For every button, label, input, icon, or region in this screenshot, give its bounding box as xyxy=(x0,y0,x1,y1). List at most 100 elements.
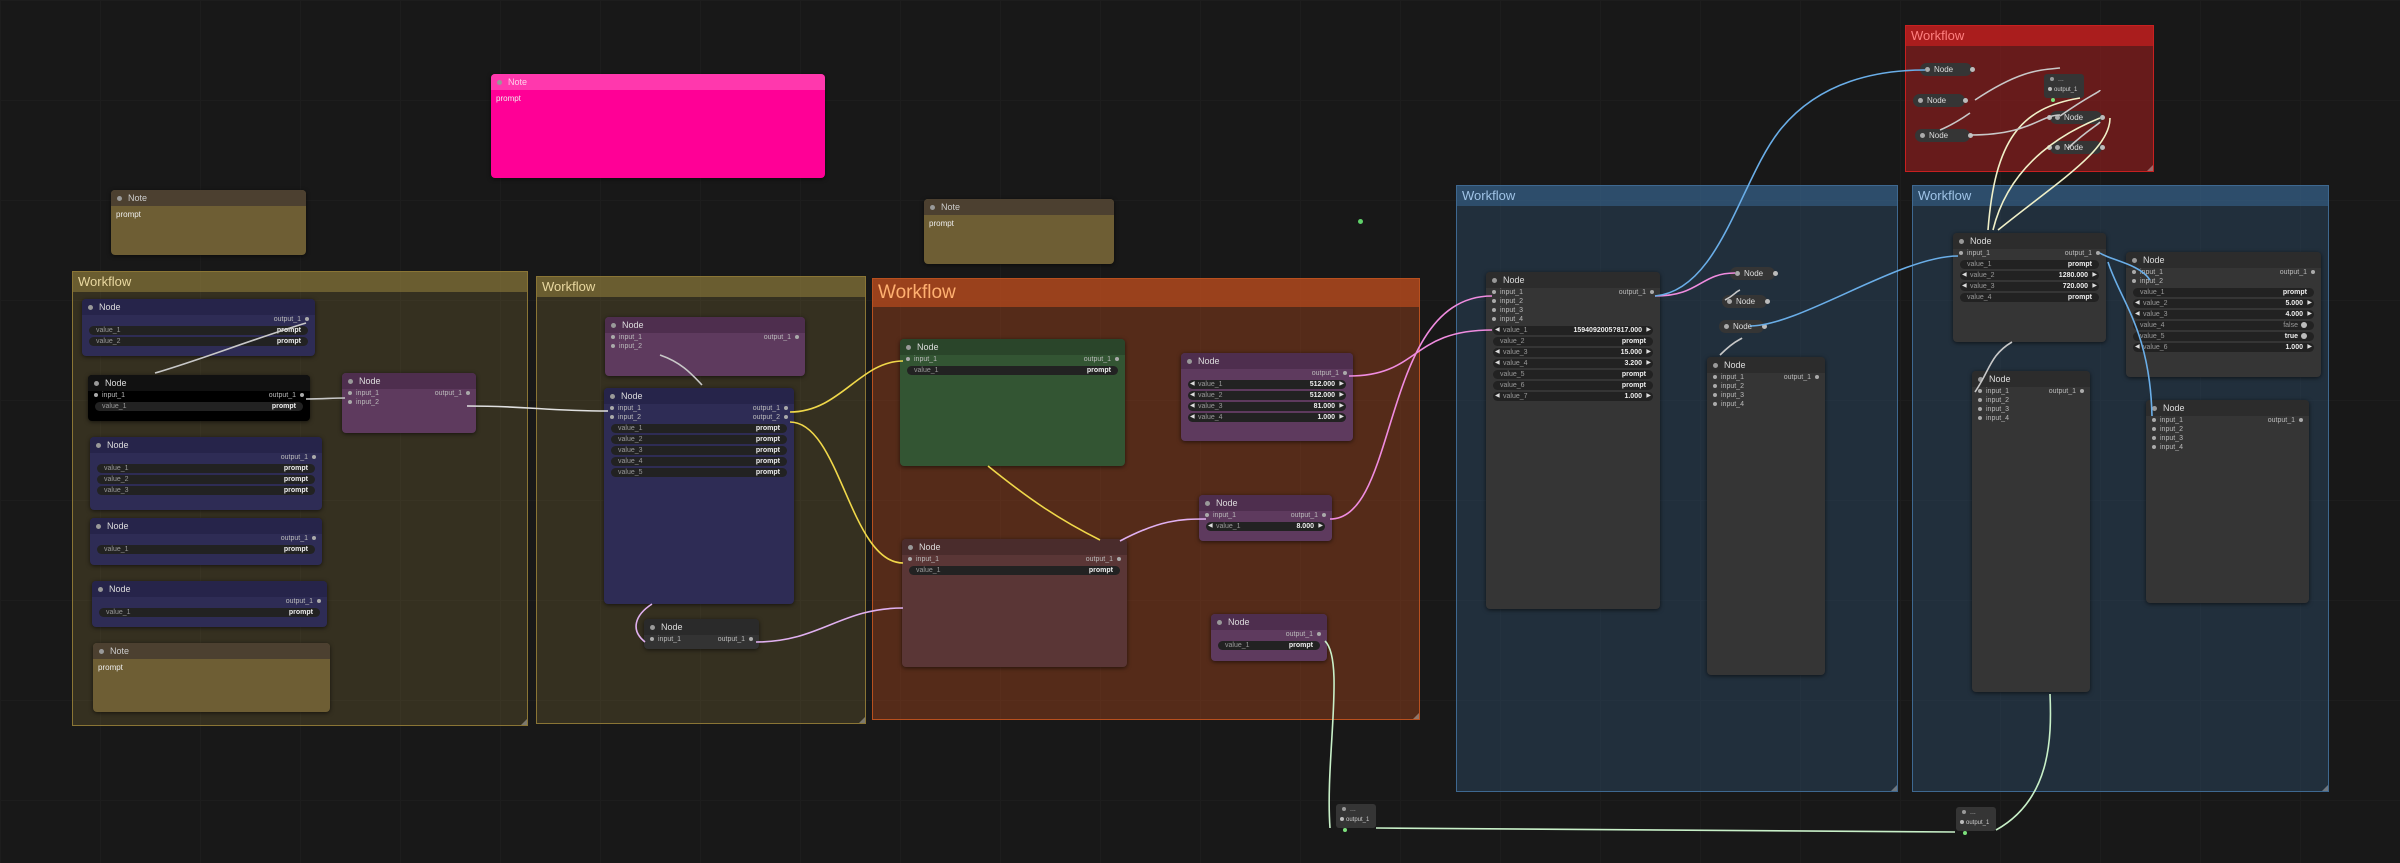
collapse-icon[interactable] xyxy=(348,379,353,385)
input-slot[interactable]: input_1 xyxy=(1205,511,1236,520)
input-slot[interactable]: input_4 xyxy=(1978,414,2009,423)
text-widget[interactable]: value_1 prompt xyxy=(89,326,308,335)
collapsed-node[interactable]: Node xyxy=(1730,267,1778,280)
toggle-widget[interactable]: value_4 false xyxy=(2133,321,2314,330)
collapse-icon[interactable] xyxy=(94,381,99,387)
input-slot[interactable]: input_1 xyxy=(650,635,681,644)
number-widget[interactable]: value_3720.000 xyxy=(1960,282,2099,291)
input-slot[interactable]: input_3 xyxy=(1492,306,1523,315)
collapse-icon[interactable] xyxy=(908,545,913,551)
output-slot[interactable]: output_1 xyxy=(281,453,316,462)
collapse-icon[interactable] xyxy=(96,524,101,530)
collapsed-node[interactable]: Node xyxy=(1915,129,1973,142)
node[interactable]: Node input_1 output_1 value_18.000 xyxy=(1199,495,1332,541)
text-widget[interactable]: value_1 prompt xyxy=(2133,288,2314,297)
output-slot[interactable]: output_1 xyxy=(1312,369,1347,378)
collapse-icon[interactable] xyxy=(1492,278,1497,284)
note-node[interactable]: Note prompt xyxy=(93,643,330,712)
input-slot[interactable]: input_2 xyxy=(611,342,642,351)
text-widget[interactable]: value_4 prompt xyxy=(1960,293,2099,302)
input-slot[interactable]: input_4 xyxy=(1492,315,1523,324)
reroute-node[interactable]: ... output_1 xyxy=(1956,807,1996,831)
collapsed-node[interactable]: Node xyxy=(1722,295,1770,308)
output-slot[interactable] xyxy=(2100,115,2105,120)
collapse-icon[interactable] xyxy=(930,205,935,211)
output-slot[interactable] xyxy=(1963,98,1968,103)
output-slot[interactable]: output_1 xyxy=(764,333,799,342)
output-slot[interactable] xyxy=(1765,299,1770,304)
note-text[interactable]: prompt xyxy=(491,90,825,107)
output-slot[interactable]: output_1 xyxy=(2280,268,2315,277)
input-slot[interactable]: input_1 xyxy=(908,555,939,564)
node-selected[interactable]: Node input_1 output_1 value_1 prompt xyxy=(88,375,310,421)
node[interactable]: Node input_1 output_1 input_2 value_1 prom… xyxy=(2126,252,2321,377)
collapsed-node[interactable]: Node xyxy=(2047,111,2105,124)
input-slot[interactable]: input_1 xyxy=(348,389,379,398)
note-text[interactable]: prompt xyxy=(111,206,306,223)
reroute-node[interactable]: ... output_1 xyxy=(1336,804,1376,828)
node[interactable]: Node input_1 output_1 input_2 input_3 inp… xyxy=(1707,357,1825,675)
group-title[interactable]: Workflow xyxy=(873,279,1419,307)
resize-handle[interactable] xyxy=(1413,713,1419,719)
note-node[interactable]: Note prompt xyxy=(924,199,1114,264)
collapsed-node[interactable]: Node xyxy=(1719,320,1767,333)
output-slot[interactable]: output_1 xyxy=(274,315,309,324)
collapse-icon[interactable] xyxy=(96,443,101,449)
text-widget[interactable]: value_5 prompt xyxy=(611,468,787,477)
number-widget[interactable]: value_61.000 xyxy=(2133,343,2314,352)
input-slot[interactable]: input_4 xyxy=(1713,400,1744,409)
node[interactable]: Node input_1 output_1 input_2 input_3 inp… xyxy=(1486,272,1660,609)
number-widget[interactable]: value_18.000 xyxy=(1206,522,1325,531)
text-widget[interactable]: value_2 prompt xyxy=(1493,337,1653,346)
input-slot[interactable]: input_1 xyxy=(1959,249,1990,258)
collapse-icon[interactable] xyxy=(610,394,615,400)
number-widget[interactable]: value_381.000 xyxy=(1188,402,1346,411)
collapsed-node[interactable]: Node xyxy=(2047,141,2105,154)
collapse-icon[interactable] xyxy=(2132,258,2137,264)
number-widget[interactable]: value_43.200 xyxy=(1493,359,1653,368)
output-slot[interactable]: output_1 xyxy=(2268,416,2303,425)
collapse-icon[interactable] xyxy=(1978,377,1983,383)
collapse-icon[interactable] xyxy=(650,625,655,631)
output-slot[interactable]: output_1 xyxy=(1291,511,1326,520)
input-slot[interactable]: input_2 xyxy=(610,413,641,422)
output-slot[interactable]: output_2 xyxy=(753,413,788,422)
number-widget[interactable]: value_315.000 xyxy=(1493,348,1653,357)
group-title[interactable]: Workflow xyxy=(1457,186,1897,206)
graph-canvas[interactable]: Workflow Workflow Workflow Workflow Work… xyxy=(0,0,2400,863)
node[interactable]: Node input_1 output_1 input_2 xyxy=(605,317,805,376)
text-widget[interactable]: value_1 prompt xyxy=(611,424,787,433)
input-slot[interactable]: input_1 xyxy=(611,333,642,342)
text-widget[interactable]: value_1 prompt xyxy=(97,464,315,473)
collapse-icon[interactable] xyxy=(497,80,502,86)
collapse-icon[interactable] xyxy=(1187,359,1192,365)
node[interactable]: Node output_1 value_1512.000 value_2512.… xyxy=(1181,353,1353,441)
output-slot[interactable] xyxy=(1968,133,1973,138)
text-widget[interactable]: value_3 prompt xyxy=(611,446,787,455)
text-widget[interactable]: value_1 prompt xyxy=(1218,641,1320,650)
output-slot[interactable]: output_1 xyxy=(2065,249,2100,258)
collapse-icon[interactable] xyxy=(2152,406,2157,412)
node[interactable]: Node input_1 output_1 input_2 output_2 val… xyxy=(604,388,794,604)
collapsed-node[interactable]: Node xyxy=(1920,63,1975,76)
text-widget[interactable]: value_1 prompt xyxy=(95,402,303,411)
text-widget[interactable]: value_1 prompt xyxy=(99,608,320,617)
node[interactable]: Node input_1 output_1 value_1prompt value… xyxy=(1953,233,2106,342)
output-slot[interactable]: output_1 xyxy=(269,391,304,400)
note-text[interactable]: prompt xyxy=(924,215,1114,232)
node[interactable]: Node input_1 output_1 input_2 input_3 inp… xyxy=(2146,400,2309,603)
node[interactable]: Node input_1 output_1 input_2 input_3 inp… xyxy=(1972,371,2090,692)
collapse-icon[interactable] xyxy=(98,587,103,593)
collapsed-node[interactable]: Node xyxy=(1913,94,1968,107)
output-slot[interactable]: output_1 xyxy=(1286,630,1321,639)
group-title[interactable]: Workflow xyxy=(1913,186,2328,206)
output-slot[interactable] xyxy=(1970,67,1975,72)
node[interactable]: Node input_1 output_1 xyxy=(644,619,759,649)
node[interactable]: Node input_1 output_1 value_1 prompt xyxy=(900,339,1125,466)
input-slot[interactable]: input_3 xyxy=(1713,391,1744,400)
number-widget[interactable]: value_71.000 xyxy=(1493,392,1653,401)
input-slot[interactable]: input_1 xyxy=(1978,387,2009,396)
link-midpoint-dot[interactable] xyxy=(1358,219,1363,224)
collapse-icon[interactable] xyxy=(1205,501,1210,507)
output-slot[interactable]: output_1 xyxy=(435,389,470,398)
